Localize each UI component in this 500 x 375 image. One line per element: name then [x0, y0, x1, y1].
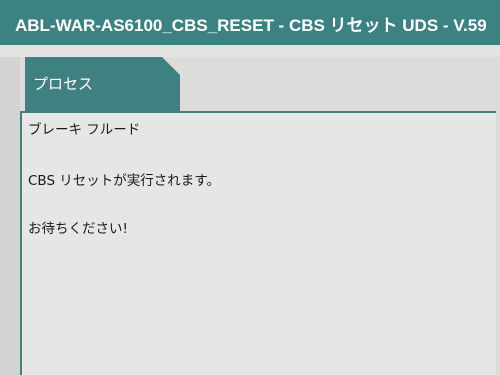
message-line-3: お待ちください!: [28, 221, 128, 237]
application-screen: ABL-WAR-AS6100_CBS_RESET - CBS リセット UDS …: [0, 0, 500, 375]
tab-process-label: プロセス: [33, 76, 94, 93]
left-margin: [0, 57, 20, 375]
process-content-panel: ブレーキ フルード CBS リセットが実行されます。 お待ちください!: [20, 111, 496, 375]
message-line-1: ブレーキ フルード: [28, 122, 141, 138]
header-gap: [0, 45, 500, 57]
window-title: ABL-WAR-AS6100_CBS_RESET - CBS リセット UDS …: [15, 16, 487, 35]
tab-process[interactable]: プロセス: [25, 57, 180, 111]
message-line-2: CBS リセットが実行されます。: [28, 173, 220, 189]
window-title-bar: ABL-WAR-AS6100_CBS_RESET - CBS リセット UDS …: [0, 0, 500, 45]
